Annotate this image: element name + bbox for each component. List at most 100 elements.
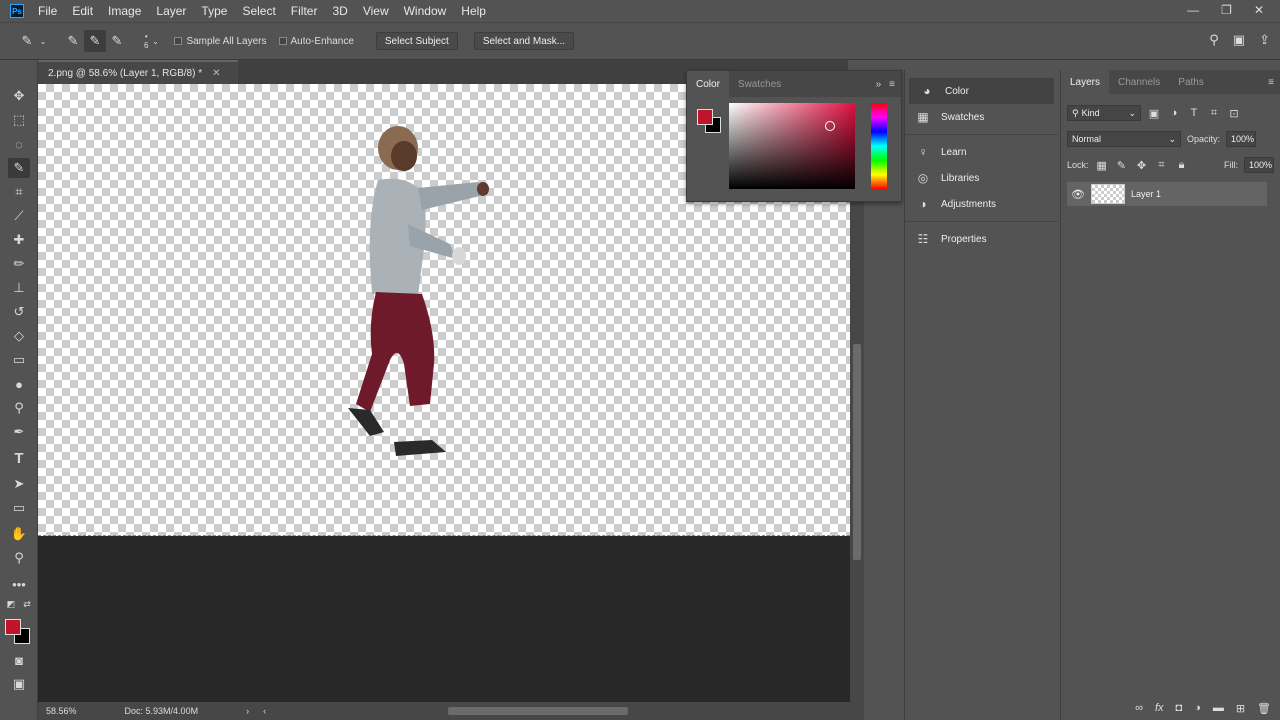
quick-selection-tool-icon[interactable]: ✎ (8, 158, 30, 178)
tab-paths[interactable]: Paths (1169, 69, 1213, 95)
auto-enhance-checkbox[interactable]: Auto-Enhance (278, 36, 354, 47)
dodge-tool-icon[interactable]: ⚲ (8, 398, 30, 418)
status-menu-arrow-icon[interactable]: › (246, 706, 249, 716)
menu-layer[interactable]: Layer (156, 4, 186, 18)
lock-position-icon[interactable]: ✥ (1135, 159, 1149, 172)
lock-all-icon[interactable]: 🔒︎ (1175, 159, 1189, 172)
gradient-tool-icon[interactable]: ▭ (8, 350, 30, 370)
layer-name[interactable]: Layer 1 (1131, 189, 1161, 199)
collapse-panel-icon[interactable]: » (876, 79, 882, 90)
panel-button-swatches[interactable]: ▦ Swatches (905, 104, 1058, 130)
type-tool-icon[interactable]: T (8, 448, 30, 468)
pen-tool-icon[interactable]: ✒ (8, 422, 30, 442)
panel-menu-icon[interactable]: ≡ (889, 79, 895, 90)
fx-icon[interactable]: fx (1155, 702, 1164, 714)
tab-layers[interactable]: Layers (1061, 69, 1110, 95)
default-colors-icon[interactable]: ◩ (4, 598, 18, 610)
rectangle-tool-icon[interactable]: ▭ (8, 498, 30, 518)
blend-mode-dropdown[interactable]: Normal ⌄ (1067, 131, 1181, 147)
panel-foreground-swatch[interactable] (697, 109, 713, 125)
chevron-down-icon[interactable]: ⌄ (38, 30, 48, 52)
menu-image[interactable]: Image (108, 4, 141, 18)
lock-transparent-icon[interactable]: ▦ (1095, 159, 1109, 172)
document-tab[interactable]: 2.png @ 58.6% (Layer 1, RGB/8) * ✕ (38, 60, 238, 84)
select-and-mask-button[interactable]: Select and Mask... (473, 32, 575, 50)
menu-3d[interactable]: 3D (332, 4, 347, 18)
menu-view[interactable]: View (363, 4, 389, 18)
shape-filter-icon[interactable]: ⌗ (1207, 107, 1221, 120)
swap-colors-icon[interactable]: ⇄ (20, 598, 34, 610)
eraser-tool-icon[interactable]: ◇ (8, 326, 30, 346)
menu-help[interactable]: Help (461, 4, 486, 18)
document-size-info[interactable]: Doc: 5.93M/4.00M (125, 706, 199, 716)
history-brush-tool-icon[interactable]: ↺ (8, 302, 30, 322)
zoom-tool-icon[interactable]: ⚲ (8, 548, 30, 568)
screen-mode-icon[interactable]: ▣ (8, 674, 30, 694)
quick-mask-icon[interactable]: ◙ (8, 650, 30, 670)
blur-tool-icon[interactable]: ● (8, 374, 30, 394)
panel-button-color[interactable]: ◕ Color (909, 78, 1054, 104)
close-tab-icon[interactable]: ✕ (212, 68, 220, 79)
new-adjustment-layer-icon[interactable]: ◑ (1194, 702, 1201, 714)
menu-window[interactable]: Window (404, 4, 447, 18)
healing-brush-tool-icon[interactable]: ✚ (8, 230, 30, 250)
panel-menu-icon[interactable]: ≡ (1268, 77, 1274, 88)
panel-button-learn[interactable]: ♀ Learn (905, 139, 1058, 165)
eye-icon[interactable]: 👁︎ (1071, 188, 1085, 201)
share-icon[interactable]: ⇪ (1259, 32, 1270, 48)
select-subject-button[interactable]: Select Subject (375, 32, 458, 50)
new-selection-icon[interactable]: ✎ (62, 30, 84, 52)
adjustment-filter-icon[interactable]: ◑ (1167, 107, 1181, 119)
foreground-color-swatch[interactable] (5, 619, 21, 635)
more-tools-icon[interactable]: ••• (8, 574, 30, 594)
horizontal-scroll-thumb[interactable] (448, 707, 628, 715)
clone-stamp-tool-icon[interactable]: ⊥ (8, 278, 30, 298)
smart-object-filter-icon[interactable]: ⊡ (1227, 107, 1241, 120)
panel-button-adjustments[interactable]: ◑ Adjustments (905, 191, 1058, 217)
menu-type[interactable]: Type (201, 4, 227, 18)
close-button[interactable]: ✕ (1254, 3, 1264, 17)
crop-tool-icon[interactable]: ⌗ (8, 182, 30, 202)
hand-tool-icon[interactable]: ✋ (8, 524, 30, 544)
hue-slider[interactable] (871, 103, 887, 189)
new-group-icon[interactable]: ▬ (1213, 702, 1224, 714)
menu-edit[interactable]: Edit (72, 4, 93, 18)
scroll-left-arrow-icon[interactable]: ‹ (263, 706, 266, 716)
new-layer-icon[interactable]: ⊞ (1236, 702, 1245, 715)
color-picker-cursor[interactable] (825, 121, 835, 131)
search-icon[interactable]: ⚲ (1209, 32, 1219, 48)
color-picker-field[interactable] (729, 103, 855, 189)
tab-channels[interactable]: Channels (1109, 69, 1169, 95)
lasso-tool-icon[interactable]: ◌ (8, 134, 30, 154)
move-tool-icon[interactable]: ✥ (8, 86, 30, 106)
image-filter-icon[interactable]: ▣ (1147, 107, 1161, 120)
sample-all-layers-checkbox[interactable]: Sample All Layers (174, 36, 267, 47)
lock-artboard-icon[interactable]: ⌗ (1155, 159, 1169, 172)
fill-input[interactable]: 100% (1244, 157, 1274, 173)
workspace-icon[interactable]: ▣ (1233, 32, 1245, 48)
brush-tool-icon[interactable]: ✏ (8, 254, 30, 274)
menu-filter[interactable]: Filter (291, 4, 318, 18)
menu-select[interactable]: Select (242, 4, 275, 18)
filter-kind-dropdown[interactable]: ⚲ Kind ⌄ (1067, 105, 1141, 121)
panel-button-libraries[interactable]: ◎ Libraries (905, 165, 1058, 191)
opacity-input[interactable]: 100% (1226, 131, 1257, 147)
link-layers-icon[interactable]: ∞ (1135, 702, 1143, 714)
restore-button[interactable]: ❐ (1221, 3, 1232, 17)
lock-pixels-icon[interactable]: ✎ (1115, 159, 1129, 172)
minimize-button[interactable]: — (1187, 3, 1199, 17)
type-filter-icon[interactable]: T (1187, 107, 1201, 119)
add-to-selection-icon[interactable]: ✎ (84, 30, 106, 52)
chevron-down-icon[interactable]: ⌄ (148, 30, 162, 52)
add-mask-icon[interactable]: ◘ (1176, 702, 1183, 714)
layer-row[interactable]: 👁︎ Layer 1 (1067, 182, 1267, 206)
subtract-from-selection-icon[interactable]: ✎ (106, 30, 128, 52)
panel-button-properties[interactable]: ☷ Properties (905, 226, 1058, 252)
vertical-scroll-thumb[interactable] (853, 344, 861, 560)
tool-preset-icon[interactable]: ✎ (16, 30, 38, 52)
path-selection-tool-icon[interactable]: ➤ (8, 474, 30, 494)
marquee-tool-icon[interactable]: ⬚ (8, 110, 30, 130)
menu-file[interactable]: File (38, 4, 57, 18)
zoom-level[interactable]: 58.56% (46, 706, 77, 716)
trash-icon[interactable]: 🗑︎ (1257, 702, 1271, 715)
